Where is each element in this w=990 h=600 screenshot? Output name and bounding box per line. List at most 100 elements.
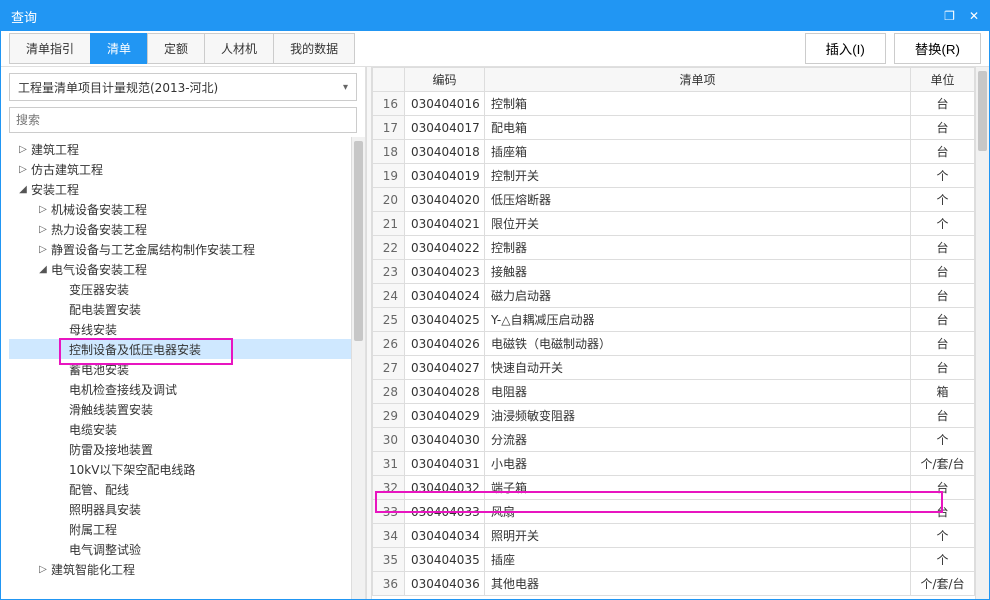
expand-icon[interactable]: ▷ (37, 204, 49, 215)
tab-3[interactable]: 人材机 (204, 33, 273, 64)
expand-icon[interactable]: ▷ (17, 144, 29, 155)
table-row[interactable]: 22030404022控制器台 (373, 236, 975, 260)
tree-node[interactable]: 10kV以下架空配电线路 (9, 459, 365, 479)
cell-unit: 个 (911, 188, 975, 212)
tab-4[interactable]: 我的数据 (273, 33, 355, 64)
cell-unit: 台 (911, 332, 975, 356)
tree-node[interactable]: ▷仿古建筑工程 (9, 159, 365, 179)
tree-node-label: 配管、配线 (69, 481, 129, 498)
cell-rownum: 25 (373, 308, 405, 332)
table-row[interactable]: 23030404023接触器台 (373, 260, 975, 284)
tree-node[interactable]: 附属工程 (9, 519, 365, 539)
tree-node[interactable]: 电气调整试验 (9, 539, 365, 559)
cell-desc: 电磁铁（电磁制动器） (485, 332, 911, 356)
tree-node[interactable]: ◢电气设备安装工程 (9, 259, 365, 279)
col-desc[interactable]: 清单项 (485, 68, 911, 92)
title-bar: 查询 ❐ ✕ (1, 1, 989, 31)
collapse-icon[interactable]: ◢ (37, 264, 49, 275)
replace-button[interactable]: 替换(R) (894, 33, 981, 64)
table-row[interactable]: 27030404027快速自动开关台 (373, 356, 975, 380)
tree-node[interactable]: 配管、配线 (9, 479, 365, 499)
cell-rownum: 33 (373, 500, 405, 524)
table-scrollbar[interactable] (975, 67, 989, 599)
tree-node[interactable]: 母线安装 (9, 319, 365, 339)
tree-node-label: 滑触线装置安装 (69, 401, 153, 418)
tree-scrollbar-thumb[interactable] (354, 141, 363, 341)
cell-code: 030404033 (405, 500, 485, 524)
tree-node-label: 热力设备安装工程 (51, 221, 147, 238)
tree-node[interactable]: 配电装置安装 (9, 299, 365, 319)
tree-node[interactable]: ▷热力设备安装工程 (9, 219, 365, 239)
restore-icon[interactable]: ❐ (944, 9, 955, 23)
tree-node[interactable]: 控制设备及低压电器安装 (9, 339, 365, 359)
table-scrollbar-thumb[interactable] (978, 71, 987, 151)
cell-rownum: 34 (373, 524, 405, 548)
table-row[interactable]: 34030404034照明开关个 (373, 524, 975, 548)
tree-node[interactable]: 电机检查接线及调试 (9, 379, 365, 399)
cell-desc: 端子箱 (485, 476, 911, 500)
table-row[interactable]: 25030404025Y-△自耦减压启动器台 (373, 308, 975, 332)
expand-icon[interactable]: ▷ (37, 224, 49, 235)
tree-node[interactable]: 滑触线装置安装 (9, 399, 365, 419)
expand-icon[interactable]: ▷ (37, 564, 49, 575)
cell-rownum: 17 (373, 116, 405, 140)
col-code[interactable]: 编码 (405, 68, 485, 92)
cell-unit: 台 (911, 476, 975, 500)
tree-node[interactable]: ▷机械设备安装工程 (9, 199, 365, 219)
table-row[interactable]: 35030404035插座个 (373, 548, 975, 572)
table-row[interactable]: 17030404017配电箱台 (373, 116, 975, 140)
cell-code: 030404019 (405, 164, 485, 188)
table-row[interactable]: 28030404028电阻器箱 (373, 380, 975, 404)
table-row[interactable]: 32030404032端子箱台 (373, 476, 975, 500)
cell-rownum: 30 (373, 428, 405, 452)
cell-unit: 台 (911, 356, 975, 380)
tree-node[interactable]: 照明器具安装 (9, 499, 365, 519)
tree-node-label: 电缆安装 (69, 421, 117, 438)
cell-unit: 箱 (911, 380, 975, 404)
expand-icon[interactable]: ▷ (37, 244, 49, 255)
table-row[interactable]: 36030404036其他电器个/套/台 (373, 572, 975, 596)
cell-code: 030404032 (405, 476, 485, 500)
table-row[interactable]: 24030404024磁力启动器台 (373, 284, 975, 308)
chevron-down-icon: ▾ (343, 82, 348, 93)
tree-node[interactable]: 变压器安装 (9, 279, 365, 299)
insert-button[interactable]: 插入(I) (805, 33, 886, 64)
window-controls: ❐ ✕ (944, 9, 979, 23)
table-row[interactable]: 16030404016控制箱台 (373, 92, 975, 116)
table-row[interactable]: 29030404029油浸频敏变阻器台 (373, 404, 975, 428)
table-scroll: 编码 清单项 单位 16030404016控制箱台17030404017配电箱台… (372, 67, 975, 599)
cell-desc: 照明开关 (485, 524, 911, 548)
tree-node[interactable]: ◢安装工程 (9, 179, 365, 199)
tab-0[interactable]: 清单指引 (9, 33, 90, 64)
collapse-icon[interactable]: ◢ (17, 184, 29, 195)
table-row[interactable]: 26030404026电磁铁（电磁制动器）台 (373, 332, 975, 356)
table-row[interactable]: 20030404020低压熔断器个 (373, 188, 975, 212)
table-row[interactable]: 33030404033风扇台 (373, 500, 975, 524)
cell-desc: 电阻器 (485, 380, 911, 404)
table-row[interactable]: 30030404030分流器个 (373, 428, 975, 452)
tab-1[interactable]: 清单 (90, 33, 147, 64)
tree-node[interactable]: ▷建筑工程 (9, 139, 365, 159)
tab-2[interactable]: 定额 (147, 33, 204, 64)
tree-node-label: 10kV以下架空配电线路 (69, 461, 195, 478)
table-row[interactable]: 21030404021限位开关个 (373, 212, 975, 236)
tree-node[interactable]: ▷静置设备与工艺金属结构制作安装工程 (9, 239, 365, 259)
tree-node-label: 附属工程 (69, 521, 117, 538)
tree-node[interactable]: ▷建筑智能化工程 (9, 559, 365, 579)
spec-dropdown[interactable]: 工程量清单项目计量规范(2013-河北) ▾ (9, 73, 357, 101)
col-unit[interactable]: 单位 (911, 68, 975, 92)
table-row[interactable]: 31030404031小电器个/套/台 (373, 452, 975, 476)
tree-node[interactable]: 电缆安装 (9, 419, 365, 439)
cell-code: 030404024 (405, 284, 485, 308)
expand-icon[interactable]: ▷ (17, 164, 29, 175)
tree-node[interactable]: 蓄电池安装 (9, 359, 365, 379)
tree-scrollbar[interactable] (351, 137, 365, 599)
close-icon[interactable]: ✕ (969, 9, 979, 23)
tree-node[interactable]: 防雷及接地装置 (9, 439, 365, 459)
cell-desc: 快速自动开关 (485, 356, 911, 380)
table-row[interactable]: 18030404018插座箱台 (373, 140, 975, 164)
tree-node-label: 配电装置安装 (69, 301, 141, 318)
search-input[interactable] (16, 113, 350, 127)
table-row[interactable]: 19030404019控制开关个 (373, 164, 975, 188)
cell-unit: 个 (911, 212, 975, 236)
